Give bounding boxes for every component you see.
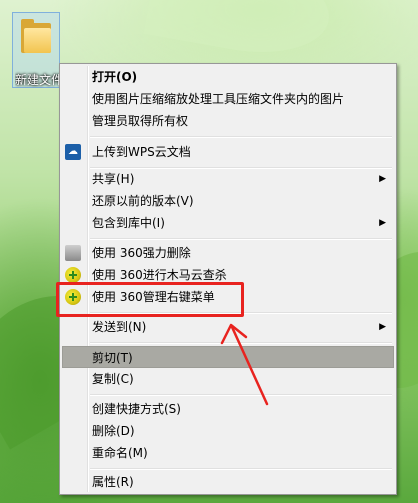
menu-item-label: 上传到WPS云文档 xyxy=(92,145,191,159)
folder-icon xyxy=(21,19,53,53)
menu-item-label: 重命名(M) xyxy=(92,446,148,460)
menu-separator xyxy=(90,394,392,396)
menu-item-label: 共享(H) xyxy=(92,172,135,186)
annotation-highlight-box xyxy=(56,282,244,317)
menu-separator xyxy=(90,342,392,344)
menu-item-upload-wps[interactable]: ☁ 上传到WPS云文档 xyxy=(62,141,394,163)
menu-item-360-force-delete[interactable]: 使用 360强力删除 xyxy=(62,242,394,264)
menu-item-open[interactable]: 打开(O) xyxy=(62,66,394,88)
menu-item-label: 创建快捷方式(S) xyxy=(92,402,181,416)
menu-item-label: 剪切(T) xyxy=(92,351,133,365)
menu-item-label: 包含到库中(I) xyxy=(92,216,165,230)
menu-item-label: 管理员取得所有权 xyxy=(92,114,189,128)
background-leaf xyxy=(143,0,337,65)
menu-item-label: 发送到(N) xyxy=(92,320,147,334)
menu-item-include-in-library[interactable]: 包含到库中(I) ▶ xyxy=(62,212,394,234)
menu-item-label: 还原以前的版本(V) xyxy=(92,194,194,208)
menu-item-restore-versions[interactable]: 还原以前的版本(V) xyxy=(62,190,394,212)
menu-item-cut[interactable]: 剪切(T) xyxy=(62,346,394,368)
menu-item-properties[interactable]: 属性(R) xyxy=(62,471,394,493)
menu-item-send-to[interactable]: 发送到(N) ▶ xyxy=(62,316,394,338)
menu-separator xyxy=(90,468,392,470)
submenu-arrow-icon: ▶ xyxy=(379,218,386,228)
menu-item-delete[interactable]: 删除(D) xyxy=(62,420,394,442)
menu-separator xyxy=(90,238,392,240)
desktop-folder-new-folder[interactable]: 新建文件夹 xyxy=(12,12,73,88)
submenu-arrow-icon: ▶ xyxy=(379,174,386,184)
menu-item-rename[interactable]: 重命名(M) xyxy=(62,442,394,464)
menu-item-share[interactable]: 共享(H) ▶ xyxy=(62,168,394,190)
360-icon xyxy=(65,267,81,283)
menu-item-compress-images[interactable]: 使用图片压缩缩放处理工具压缩文件夹内的图片 xyxy=(62,88,394,110)
menu-item-label: 属性(R) xyxy=(92,475,134,489)
context-menu: 打开(O) 使用图片压缩缩放处理工具压缩文件夹内的图片 管理员取得所有权 ☁ 上… xyxy=(59,63,397,495)
menu-item-label: 复制(C) xyxy=(92,372,134,386)
menu-item-label: 使用 360强力删除 xyxy=(92,246,191,260)
menu-item-copy[interactable]: 复制(C) xyxy=(62,368,394,390)
menu-item-label: 删除(D) xyxy=(92,424,135,438)
menu-item-create-shortcut[interactable]: 创建快捷方式(S) xyxy=(62,398,394,420)
wps-cloud-icon: ☁ xyxy=(65,144,81,160)
shredder-icon xyxy=(65,245,81,261)
menu-item-label: 打开(O) xyxy=(92,70,138,84)
menu-item-take-ownership[interactable]: 管理员取得所有权 xyxy=(62,110,394,132)
menu-item-label: 使用图片压缩缩放处理工具压缩文件夹内的图片 xyxy=(92,92,345,106)
menu-separator xyxy=(90,136,392,138)
submenu-arrow-icon: ▶ xyxy=(379,322,386,332)
